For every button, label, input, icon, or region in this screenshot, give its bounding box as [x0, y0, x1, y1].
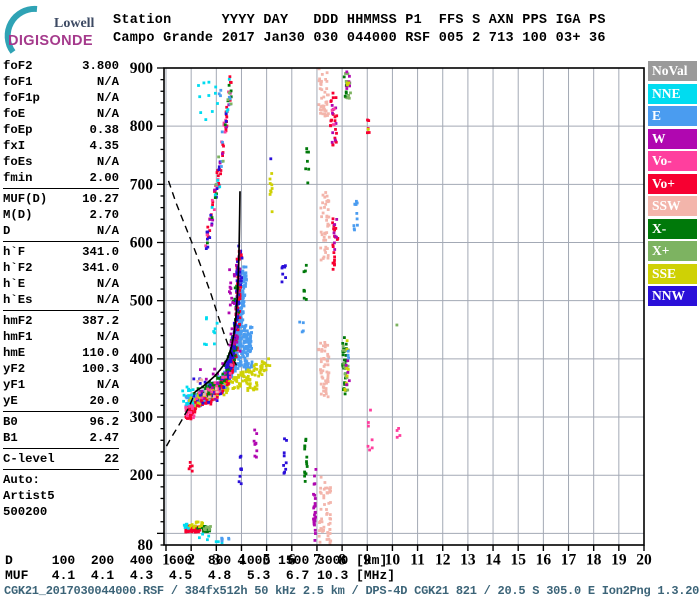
- x-tick-label: 13: [460, 551, 476, 568]
- y-tick-label: 700: [130, 176, 154, 193]
- legend-item-nne: NNE: [648, 83, 697, 104]
- legend-item-e: E: [648, 106, 697, 126]
- y-tick-label: 900: [130, 60, 154, 77]
- legend-item-vo: Vo-: [648, 151, 697, 171]
- legend-item-sse: SSE: [648, 263, 697, 284]
- x-tick-label: 18: [586, 551, 602, 568]
- legend-item-w: W: [648, 128, 697, 149]
- x-tick-label: 16: [536, 551, 552, 568]
- x-tick-label: 14: [485, 551, 501, 568]
- direction-legend: NoVal NNE E W Vo- Vo+ SSW X- X+ SSE NNW: [648, 61, 697, 309]
- legend-item-ssw: SSW: [648, 196, 697, 216]
- legend-item-x: X+: [648, 241, 697, 261]
- status-line: CGK21_2017030044000.RSF / 384fx512h 50 k…: [4, 584, 700, 598]
- legend-item-vo: Vo+: [648, 173, 697, 194]
- y-tick-label: 500: [130, 293, 154, 310]
- x-tick-label: 20: [636, 551, 652, 568]
- ionogram-chart: 1 2 3 4 5 6 7 8 9 10 11 12 13 14 15 16 17 18 19 20802003004…: [130, 60, 652, 568]
- x-tick-label: 17: [561, 551, 577, 568]
- legend-item-x: X-: [648, 218, 697, 239]
- digisonde-ionogram-viewer: Lowell DIGISONDE Station YYYY DAY DDD HH…: [0, 0, 700, 600]
- y-tick-label: 300: [130, 409, 154, 426]
- y-tick-label: 800: [130, 118, 154, 135]
- legend-item-noval: NoVal: [648, 61, 697, 81]
- x-tick-label: 12: [435, 551, 451, 568]
- y-tick-label: 600: [130, 235, 154, 252]
- y-tick-label: 80: [138, 537, 154, 554]
- distance-row: D 100 200 400 600 800 1000 1500 3000 [km…: [5, 553, 388, 568]
- x-tick-label: 11: [410, 551, 425, 568]
- legend-item-nnw: NNW: [648, 286, 697, 306]
- y-tick-label: 200: [130, 467, 154, 484]
- x-tick-label: 15: [510, 551, 526, 568]
- profile-dashed-topside: [167, 180, 238, 366]
- x-tick-label: 19: [611, 551, 627, 568]
- axes: 1 2 3 4 5 6 7 8 9 10 11 12 13 14 15 16 17 18 19 20802003004…: [130, 60, 652, 568]
- muf-row: MUF 4.1 4.1 4.3 4.5 4.8 5.3 6.7 10.3 [MH…: [5, 568, 396, 583]
- y-tick-label: 400: [130, 351, 154, 368]
